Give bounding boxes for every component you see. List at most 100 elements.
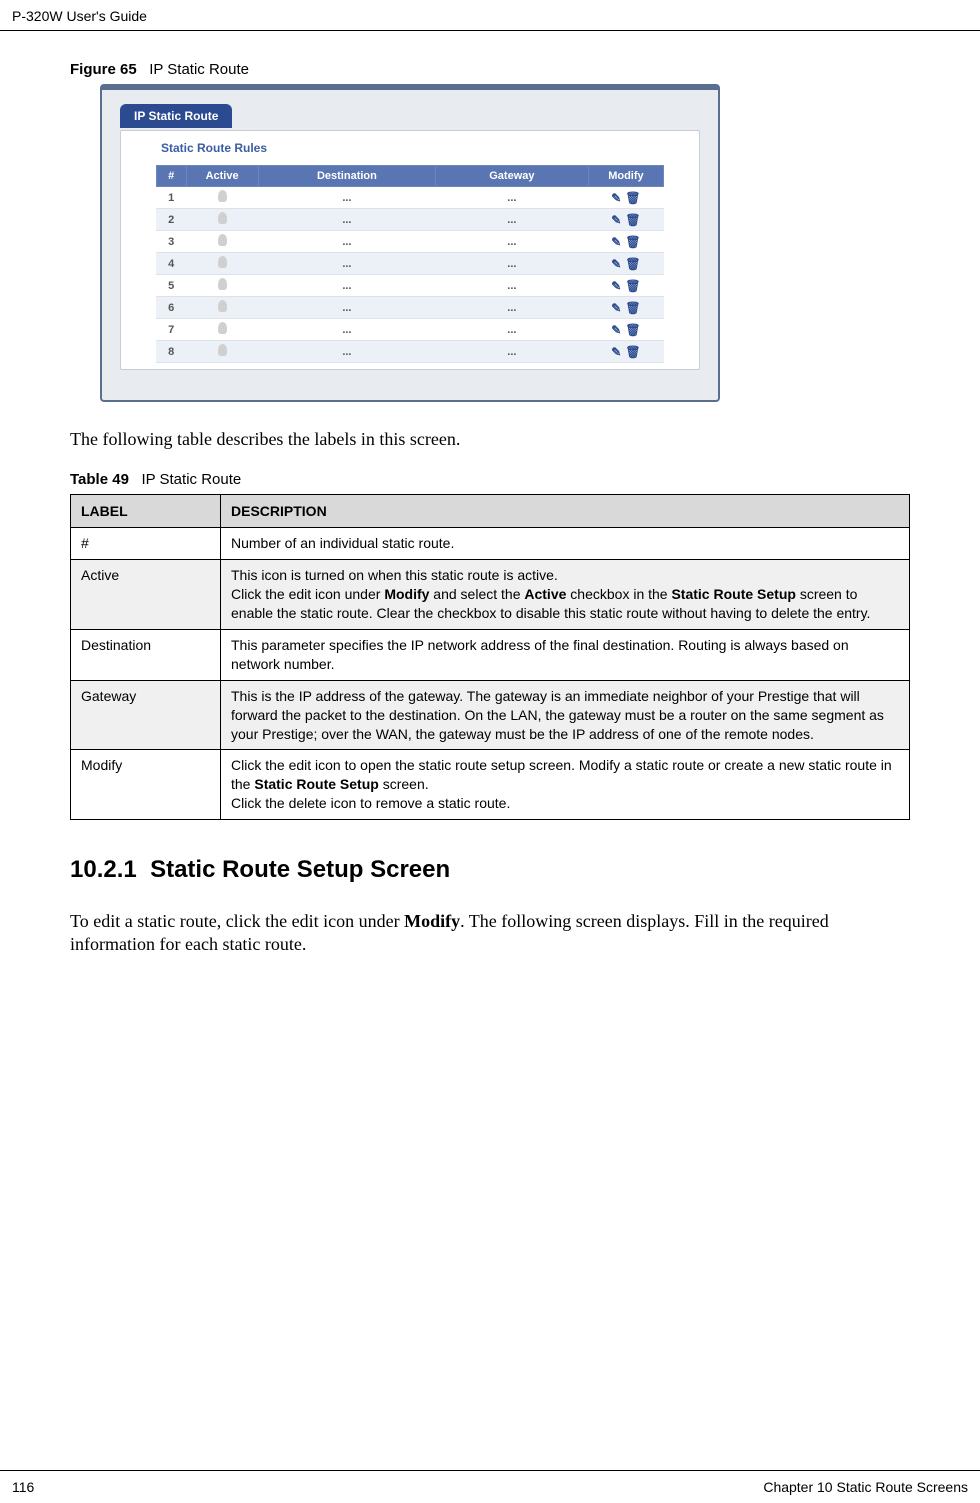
cell-num: 8 [156, 341, 186, 363]
cell-modify: ✎🗑 [588, 209, 664, 231]
cell-gateway: ... [436, 341, 588, 363]
table-row: Active This icon is turned on when this … [71, 560, 910, 630]
bulb-icon [218, 322, 227, 334]
cell-gateway: ... [436, 275, 588, 297]
cell-modify: ✎🗑 [588, 231, 664, 253]
cell-num: 6 [156, 297, 186, 319]
bulb-icon [218, 344, 227, 356]
cell-modify: ✎🗑 [588, 275, 664, 297]
cell-num: 5 [156, 275, 186, 297]
cell-modify: ✎🗑 [588, 297, 664, 319]
cell-modify: ✎🗑 [588, 341, 664, 363]
panel-title: Static Route Rules [121, 131, 699, 165]
cell-gateway: ... [436, 209, 588, 231]
bulb-icon [218, 256, 227, 268]
cell-desc: Number of an individual static route. [221, 528, 910, 560]
cell-active [186, 253, 258, 275]
delete-icon[interactable]: 🗑 [625, 301, 640, 315]
table-row: Destination This parameter specifies the… [71, 629, 910, 680]
cell-destination: ... [258, 341, 436, 363]
cell-label: # [71, 528, 221, 560]
table-row: 2......✎🗑 [156, 209, 664, 231]
section-paragraph: To edit a static route, click the edit i… [70, 910, 910, 957]
tab-ip-static-route[interactable]: IP Static Route [120, 104, 232, 128]
cell-gateway: ... [436, 319, 588, 341]
cell-active [186, 275, 258, 297]
table-row: 5......✎🗑 [156, 275, 664, 297]
cell-gateway: ... [436, 253, 588, 275]
cell-label: Active [71, 560, 221, 630]
cell-active [186, 297, 258, 319]
screenshot-ip-static-route: IP Static Route Static Route Rules # Act… [100, 84, 720, 402]
chapter-label: Chapter 10 Static Route Screens [763, 1479, 968, 1495]
edit-icon[interactable]: ✎ [611, 323, 621, 337]
cell-destination: ... [258, 209, 436, 231]
cell-destination: ... [258, 231, 436, 253]
table-row: Modify Click the edit icon to open the s… [71, 750, 910, 820]
col-gateway: Gateway [436, 166, 588, 187]
edit-icon[interactable]: ✎ [611, 279, 621, 293]
cell-destination: ... [258, 275, 436, 297]
bulb-icon [218, 300, 227, 312]
delete-icon[interactable]: 🗑 [625, 345, 640, 359]
section-heading: 10.2.1 Static Route Setup Screen [70, 856, 910, 884]
edit-icon[interactable]: ✎ [611, 345, 621, 359]
bulb-icon [218, 190, 227, 202]
cell-destination: ... [258, 253, 436, 275]
cell-active [186, 319, 258, 341]
bulb-icon [218, 278, 227, 290]
table-row: 4......✎🗑 [156, 253, 664, 275]
edit-icon[interactable]: ✎ [611, 257, 621, 271]
cell-desc: Click the edit icon to open the static r… [221, 750, 910, 820]
cell-destination: ... [258, 319, 436, 341]
cell-destination: ... [258, 187, 436, 209]
cell-num: 3 [156, 231, 186, 253]
cell-label: Destination [71, 629, 221, 680]
static-route-table: # Active Destination Gateway Modify 1...… [156, 165, 665, 363]
page-footer: 116 Chapter 10 Static Route Screens [0, 1470, 980, 1503]
col-num: # [156, 166, 186, 187]
cell-modify: ✎🗑 [588, 253, 664, 275]
th-label: LABEL [71, 495, 221, 528]
cell-desc: This icon is turned on when this static … [221, 560, 910, 630]
delete-icon[interactable]: 🗑 [625, 235, 640, 249]
table-row: 6......✎🗑 [156, 297, 664, 319]
col-destination: Destination [258, 166, 436, 187]
edit-icon[interactable]: ✎ [611, 301, 621, 315]
delete-icon[interactable]: 🗑 [625, 191, 640, 205]
edit-icon[interactable]: ✎ [611, 235, 621, 249]
edit-icon[interactable]: ✎ [611, 191, 621, 205]
bulb-icon [218, 234, 227, 246]
cell-modify: ✎🗑 [588, 319, 664, 341]
guide-title: P-320W User's Guide [12, 8, 147, 24]
cell-label: Gateway [71, 680, 221, 750]
table-row: # Number of an individual static route. [71, 528, 910, 560]
cell-gateway: ... [436, 297, 588, 319]
delete-icon[interactable]: 🗑 [625, 323, 640, 337]
static-route-panel: Static Route Rules # Active Destination … [120, 130, 700, 370]
intro-paragraph: The following table describes the labels… [70, 428, 910, 451]
cell-num: 2 [156, 209, 186, 231]
page-header: P-320W User's Guide [0, 0, 980, 31]
cell-active [186, 209, 258, 231]
cell-active [186, 187, 258, 209]
figure-caption: Figure 65 IP Static Route [70, 61, 910, 78]
table-caption: Table 49 IP Static Route [70, 471, 910, 488]
table-row: 1......✎🗑 [156, 187, 664, 209]
page-number: 116 [12, 1479, 34, 1495]
cell-desc: This is the IP address of the gateway. T… [221, 680, 910, 750]
cell-gateway: ... [436, 231, 588, 253]
cell-desc: This parameter specifies the IP network … [221, 629, 910, 680]
table-row: 3......✎🗑 [156, 231, 664, 253]
cell-gateway: ... [436, 187, 588, 209]
delete-icon[interactable]: 🗑 [625, 213, 640, 227]
delete-icon[interactable]: 🗑 [625, 279, 640, 293]
cell-num: 7 [156, 319, 186, 341]
cell-active [186, 341, 258, 363]
delete-icon[interactable]: 🗑 [625, 257, 640, 271]
bulb-icon [218, 212, 227, 224]
col-modify: Modify [588, 166, 664, 187]
cell-modify: ✎🗑 [588, 187, 664, 209]
edit-icon[interactable]: ✎ [611, 213, 621, 227]
table-row: Gateway This is the IP address of the ga… [71, 680, 910, 750]
